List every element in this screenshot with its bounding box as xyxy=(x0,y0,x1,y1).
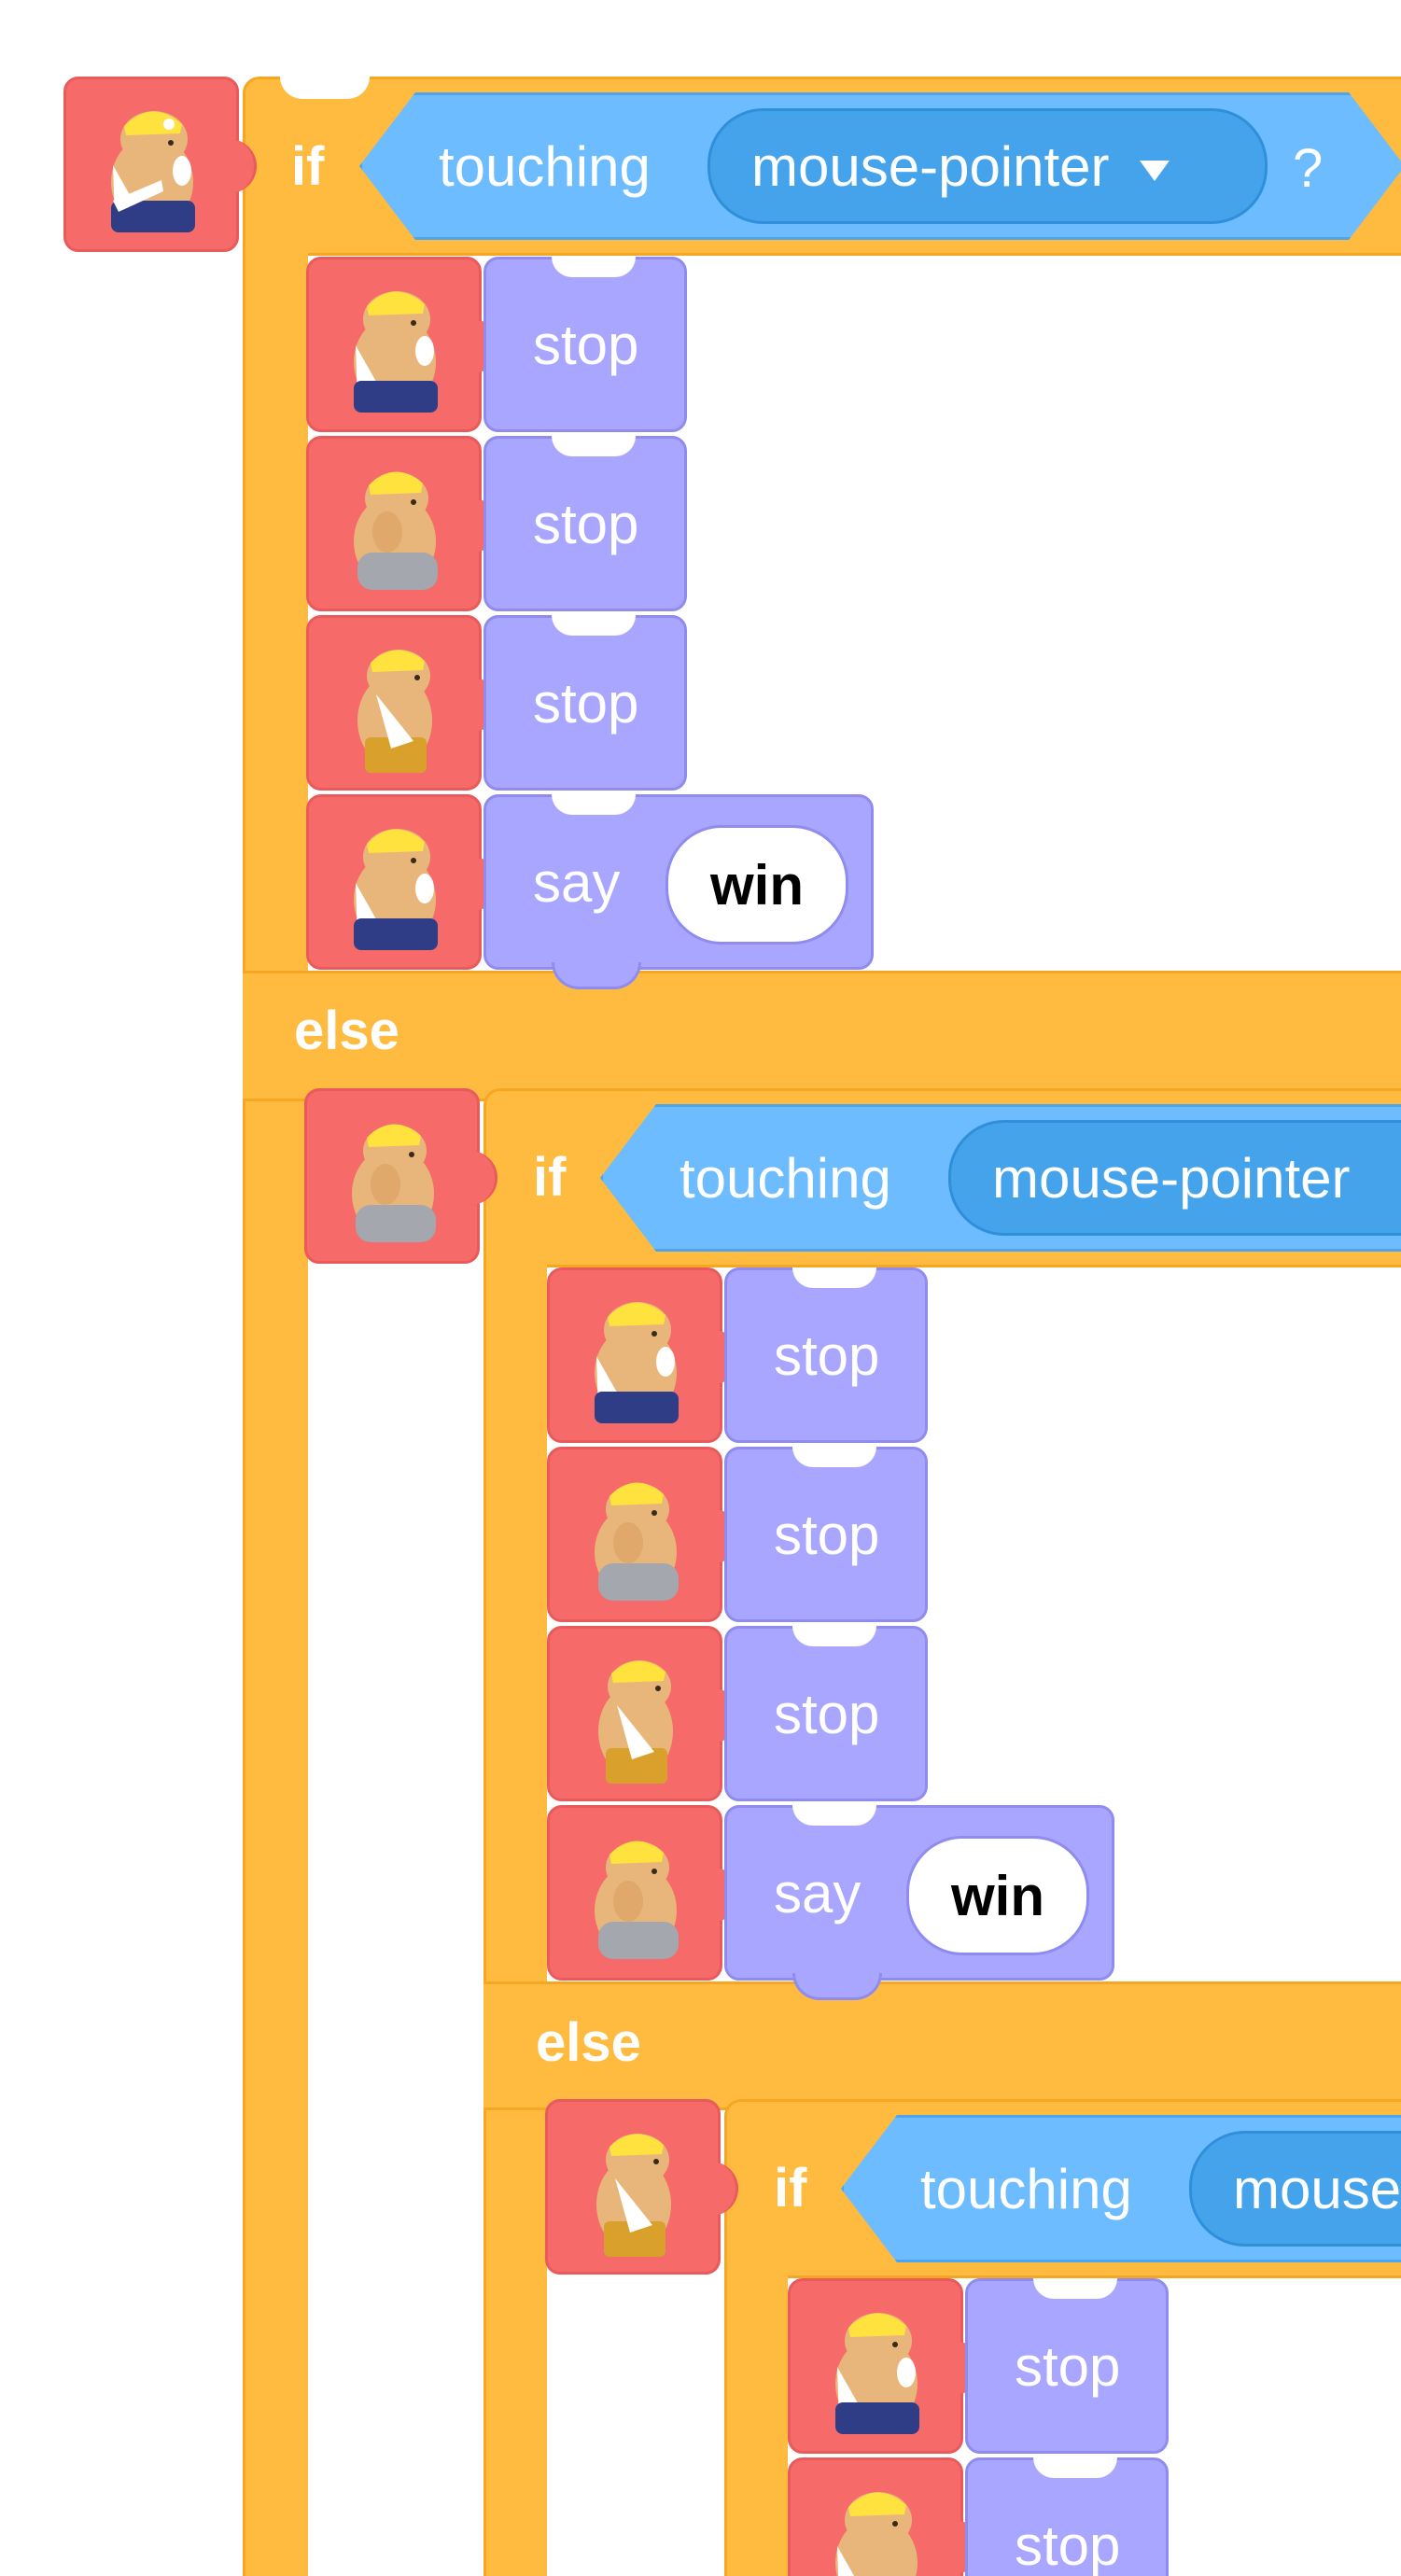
touching-label: touching xyxy=(439,134,651,198)
stop-label: stop xyxy=(774,1503,880,1566)
question-mark: ? xyxy=(1293,138,1324,199)
level3-if-label: if xyxy=(774,2158,807,2219)
stop-label: stop xyxy=(774,1682,880,1745)
hamster-gold-icon xyxy=(357,650,432,773)
touching-label: touching xyxy=(920,2157,1132,2220)
outer-if-notch xyxy=(280,77,370,99)
hamster-navy-icon xyxy=(354,829,438,950)
stop-label: stop xyxy=(774,1323,880,1387)
level3-if-arm xyxy=(724,2221,788,2576)
level2-if-arm xyxy=(483,1213,547,2576)
stop-block[interactable]: stop xyxy=(724,1267,928,1443)
touching-label: touching xyxy=(679,1146,891,1210)
sprite-tile-gray[interactable] xyxy=(304,1088,497,1264)
triangle-down-icon xyxy=(1139,161,1170,181)
dropdown-value: mouse-pointer xyxy=(751,134,1110,198)
stop-block[interactable]: stop xyxy=(483,436,687,611)
dropdown-value: mouse-pointer xyxy=(992,1146,1351,1210)
hamster-navy-icon xyxy=(595,1302,679,1423)
outer-else-label: else xyxy=(294,1001,399,1061)
hamster-gold-icon xyxy=(596,2134,671,2257)
sprite-tile-navy[interactable] xyxy=(547,1267,740,1443)
stop-block[interactable]: stop xyxy=(724,1447,928,1622)
dropdown-value: mouse-pointer xyxy=(1233,2157,1401,2220)
say-label: say xyxy=(533,850,621,914)
hamster-gold-icon xyxy=(598,1660,673,1784)
stop-label: stop xyxy=(1015,2334,1121,2398)
code-canvas: if touching mouse-pointer ? stop stop st… xyxy=(0,0,1401,2576)
sprite-tile-gray[interactable] xyxy=(547,1447,740,1622)
hamster-navy-icon xyxy=(835,2313,919,2434)
outer-touching-dropdown[interactable]: mouse-pointer xyxy=(708,108,1268,224)
say-label: say xyxy=(774,1861,862,1925)
level2-else-label: else xyxy=(536,2012,641,2073)
hamster-gray-icon xyxy=(595,1841,679,1959)
sprite-tile-gold[interactable] xyxy=(306,615,499,791)
stop-label: stop xyxy=(1015,2513,1121,2576)
sprite-tile-navy[interactable] xyxy=(788,2457,981,2576)
sprite-tile-gold[interactable] xyxy=(547,1626,740,1801)
level2-if-label: if xyxy=(533,1147,567,1208)
hamster-gray-icon xyxy=(352,1124,436,1242)
sprite-tile-navy[interactable] xyxy=(306,794,499,970)
stop-label: stop xyxy=(533,492,639,555)
sprite-tile-navy[interactable] xyxy=(63,77,257,252)
hamster-navy-icon xyxy=(835,2492,918,2576)
sprite-tile-navy[interactable] xyxy=(788,2278,981,2454)
hamster-gray-icon xyxy=(595,1482,679,1601)
sprite-tile-gold[interactable] xyxy=(545,2099,738,2275)
sprite-tile-gray[interactable] xyxy=(547,1805,740,1981)
sprite-tile-navy[interactable] xyxy=(306,257,499,432)
sprite-tile-gray[interactable] xyxy=(306,436,499,611)
stop-block[interactable]: stop xyxy=(965,2278,1169,2454)
hamster-navy-icon xyxy=(354,291,438,413)
say-text-input[interactable]: win xyxy=(665,825,848,945)
level3-touching-dropdown[interactable]: mouse-pointer xyxy=(1189,2131,1401,2247)
stop-block[interactable]: stop xyxy=(483,615,687,791)
stop-label: stop xyxy=(533,671,639,735)
level2-touching-dropdown[interactable]: mouse-pointer xyxy=(948,1120,1401,1236)
outer-else-bar xyxy=(243,971,1401,1101)
stop-label: stop xyxy=(533,313,639,376)
stop-block[interactable]: stop xyxy=(483,257,687,432)
stop-block[interactable]: stop xyxy=(965,2457,1169,2576)
hamster-gray-icon xyxy=(354,471,438,590)
stop-block[interactable]: stop xyxy=(724,1626,928,1801)
outer-if-arm xyxy=(243,177,308,2576)
outer-if-label: if xyxy=(291,136,325,197)
say-text-input[interactable]: win xyxy=(906,1836,1089,1955)
hamster-navy-icon xyxy=(111,111,195,232)
